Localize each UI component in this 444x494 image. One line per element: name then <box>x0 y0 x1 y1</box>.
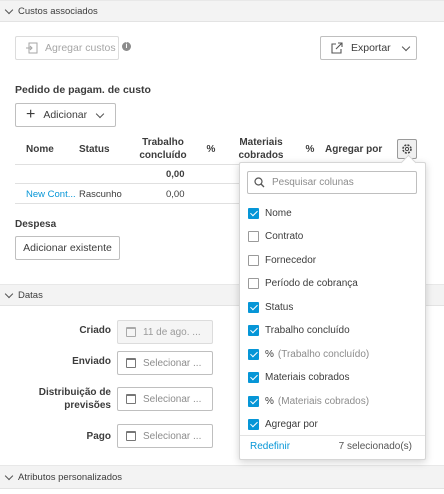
col-header-pct1[interactable]: % <box>204 143 218 156</box>
column-option[interactable]: Fornecedor <box>248 252 316 268</box>
section-title: Atributos personalizados <box>18 471 123 483</box>
column-option-label: Agregar por <box>265 419 318 430</box>
col-header-pct2[interactable]: % <box>303 143 317 156</box>
criado-date-field: 11 de ago. ... <box>117 320 213 344</box>
adicionar-button[interactable]: + Adicionar <box>15 103 116 127</box>
row-status: Rascunho <box>79 189 122 200</box>
column-option[interactable]: % (Trabalho concluído) <box>248 346 369 362</box>
chevron-down-icon <box>4 289 14 298</box>
chevron-down-icon <box>401 42 410 51</box>
total-trabalho: 0,00 <box>166 169 185 180</box>
column-option[interactable]: Período de cobrança <box>248 276 358 292</box>
col-header-status[interactable]: Status <box>79 143 110 156</box>
adicionar-existente-button[interactable]: Adicionar existente <box>15 236 120 260</box>
column-option-suffix: (Materiais cobrados) <box>277 395 370 407</box>
column-checkbox[interactable] <box>248 348 259 360</box>
search-icon <box>254 177 265 188</box>
col-header-agregar[interactable]: Agregar por <box>325 143 382 156</box>
chevron-down-icon <box>4 471 14 480</box>
pago-date-field[interactable]: Selecionar ... <box>117 424 213 448</box>
col-header-materiais[interactable]: Materiais cobrados <box>236 136 286 162</box>
table-divider <box>15 164 240 165</box>
table-divider <box>15 203 240 204</box>
column-option-suffix: (Trabalho concluído) <box>277 348 370 360</box>
despesa-title: Despesa <box>15 219 57 230</box>
agregar-custos-button[interactable]: Agregar custos <box>15 36 119 60</box>
calendar-icon <box>126 327 136 337</box>
gear-icon <box>402 144 412 154</box>
column-option-label: Trabalho concluído <box>265 325 350 336</box>
plus-icon: + <box>26 106 36 123</box>
column-option[interactable]: % (Materiais cobrados) <box>248 393 369 409</box>
section-title: Custos associados <box>18 5 98 17</box>
row-nome-link[interactable]: New Cont... <box>26 189 76 200</box>
column-option-label: Materiais cobrados <box>265 372 350 383</box>
column-option-label: Status <box>265 301 294 313</box>
popup-divider <box>240 435 425 436</box>
column-checkbox[interactable] <box>248 301 259 313</box>
selected-count: 7 selecionado(s) <box>338 441 412 452</box>
distribuicao-date-field[interactable]: Selecionar ... <box>117 387 213 411</box>
calendar-icon <box>126 431 136 441</box>
col-header-nome[interactable]: Nome <box>26 143 54 156</box>
criado-label: Criado <box>79 325 111 336</box>
enviado-date-field[interactable]: Selecionar ... <box>117 351 213 375</box>
section-custos-associados[interactable]: Custos associados <box>0 0 444 22</box>
column-option-label: Nome <box>265 207 292 219</box>
section-title: Datas <box>18 289 43 301</box>
exportar-button[interactable]: Exportar <box>320 36 417 60</box>
calendar-icon <box>126 358 136 368</box>
column-option-label: % <box>265 348 274 360</box>
column-option[interactable]: Contrato <box>248 229 303 245</box>
column-option[interactable]: Trabalho concluído <box>248 323 350 339</box>
column-checkbox[interactable] <box>248 231 259 242</box>
table-divider <box>15 183 240 184</box>
column-checkbox[interactable] <box>248 207 259 219</box>
column-option-label: % <box>265 395 274 407</box>
column-option[interactable]: Agregar por <box>248 417 318 433</box>
row-trabalho: 0,00 <box>166 189 185 200</box>
chevron-down-icon <box>95 109 105 118</box>
column-option-label: Fornecedor <box>265 254 317 266</box>
column-option[interactable]: Status <box>248 299 293 315</box>
column-checkbox[interactable] <box>248 254 259 266</box>
column-checkbox[interactable] <box>248 419 259 430</box>
enviado-label: Enviado <box>72 356 111 367</box>
section-atributos[interactable]: Atributos personalizados <box>0 465 444 489</box>
info-icon[interactable]: i <box>122 42 131 51</box>
export-icon <box>331 42 343 54</box>
search-columns-input[interactable]: Pesquisar colunas <box>247 171 417 194</box>
column-checkbox[interactable] <box>248 372 259 383</box>
column-checkbox[interactable] <box>248 395 259 407</box>
calendar-icon <box>126 394 136 404</box>
column-checkbox[interactable] <box>248 278 259 289</box>
import-icon <box>26 42 38 54</box>
column-checkbox[interactable] <box>248 325 259 336</box>
distribuicao-label: Distribuição de previsões <box>38 387 111 411</box>
column-picker-popup: Pesquisar colunas Nome Contrato Fornecedor… <box>239 162 426 460</box>
column-option[interactable]: Nome <box>248 205 292 221</box>
chevron-down-icon <box>4 5 14 14</box>
redefinir-link[interactable]: Redefinir <box>250 441 290 452</box>
pedido-title: Pedido de pagam. de custo <box>15 84 151 96</box>
column-option-label: Contrato <box>265 231 304 242</box>
col-header-trabalho[interactable]: Trabalho concluído <box>136 136 190 162</box>
column-option[interactable]: Materiais cobrados <box>248 370 349 386</box>
column-option-label: Período de cobrança <box>265 278 358 289</box>
pago-label: Pago <box>86 431 111 442</box>
